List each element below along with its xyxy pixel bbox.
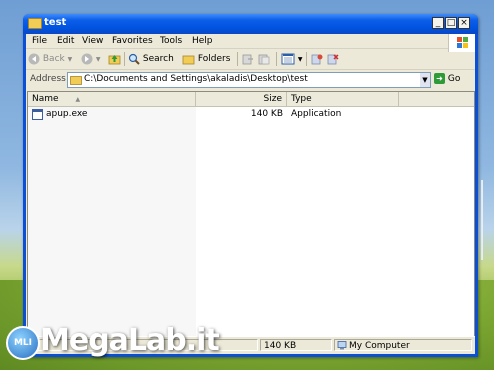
window-body: File Edit View Favorites Tools Help Back… xyxy=(26,34,475,354)
back-label: Back xyxy=(42,54,65,64)
undo-button[interactable] xyxy=(311,52,323,66)
column-header-size[interactable]: Size xyxy=(196,92,287,106)
file-name: apup.exe xyxy=(46,109,88,119)
move-to-icon xyxy=(242,54,253,64)
status-size: 140 KB xyxy=(260,339,332,351)
menu-bar: File Edit View Favorites Tools Help xyxy=(26,34,475,52)
wind-turbine xyxy=(481,180,483,260)
menu-view[interactable]: View xyxy=(82,36,103,46)
views-button[interactable]: ▼ xyxy=(281,52,303,66)
folders-icon xyxy=(182,55,195,64)
chevron-down-icon: ▼ xyxy=(67,56,73,63)
address-value: C:\Documents and Settings\akaladis\Deskt… xyxy=(84,74,308,84)
standard-toolbar: Back ▼ ▼ Search Folders ▼ xyxy=(26,49,475,70)
delete-button[interactable] xyxy=(327,52,339,66)
go-label: Go xyxy=(447,74,461,84)
watermark-badge: MLI xyxy=(6,326,40,360)
copy-to-button[interactable] xyxy=(258,52,270,66)
chevron-down-icon: ▼ xyxy=(95,56,101,63)
move-to-button[interactable] xyxy=(242,52,254,66)
chevron-down-icon: ▼ xyxy=(297,56,303,63)
copy-to-icon xyxy=(258,54,270,64)
folders-button[interactable]: Folders xyxy=(182,52,230,66)
status-zone: My Computer xyxy=(334,339,472,351)
forward-arrow-icon xyxy=(81,53,93,64)
menu-edit[interactable]: Edit xyxy=(57,36,74,46)
column-header-name-label: Name xyxy=(32,94,59,104)
maximize-button[interactable]: □ xyxy=(445,17,457,29)
file-list-view[interactable]: Name ▲ Size Type apup.exe 140 KB Applica… xyxy=(27,91,475,337)
undo-icon xyxy=(311,54,323,64)
computer-icon xyxy=(337,341,347,350)
sorted-column-highlight xyxy=(28,106,196,336)
minimize-button[interactable]: _ xyxy=(432,17,444,29)
address-field[interactable]: C:\Documents and Settings\akaladis\Deskt… xyxy=(67,72,431,88)
explorer-window: test _ □ × File Edit View Favorites Tool… xyxy=(23,14,478,357)
go-button[interactable]: ➜ Go xyxy=(434,73,460,84)
menu-favorites[interactable]: Favorites xyxy=(112,36,153,46)
menu-help[interactable]: Help xyxy=(192,36,213,46)
menu-tools[interactable]: Tools xyxy=(160,36,182,46)
column-header-type[interactable]: Type xyxy=(287,92,399,106)
toolbar-separator xyxy=(237,52,238,66)
address-label: Address xyxy=(30,74,66,84)
back-button[interactable]: Back ▼ xyxy=(28,52,72,66)
search-button[interactable]: Search xyxy=(128,52,174,66)
address-dropdown-button[interactable]: ▼ xyxy=(420,73,430,87)
sort-ascending-icon: ▲ xyxy=(75,96,81,103)
folder-icon xyxy=(28,18,42,29)
folder-up-icon xyxy=(108,54,121,64)
status-zone-label: My Computer xyxy=(349,341,410,351)
delete-icon xyxy=(327,53,339,64)
folder-icon xyxy=(70,76,82,85)
views-icon xyxy=(281,53,295,64)
toolbar-separator xyxy=(124,52,125,66)
list-header: Name ▲ Size Type xyxy=(28,92,474,107)
list-item[interactable]: apup.exe 140 KB Application xyxy=(28,108,474,121)
menu-file[interactable]: File xyxy=(32,36,47,46)
search-label: Search xyxy=(142,54,174,64)
back-arrow-icon xyxy=(28,53,40,64)
toolbar-separator xyxy=(276,52,277,66)
column-header-blank xyxy=(399,92,474,106)
title-bar[interactable]: test _ □ × xyxy=(23,14,478,34)
application-icon xyxy=(32,109,43,120)
close-button[interactable]: × xyxy=(458,17,470,29)
toolbar-separator xyxy=(306,52,307,66)
forward-button[interactable]: ▼ xyxy=(81,52,101,66)
column-header-name[interactable]: Name ▲ xyxy=(28,92,196,106)
folders-label: Folders xyxy=(197,54,231,64)
window-title: test xyxy=(44,17,67,28)
search-icon xyxy=(128,53,140,65)
file-size: 140 KB xyxy=(250,109,283,119)
file-type: Application xyxy=(291,109,342,119)
watermark-text: MegaLab.it xyxy=(40,323,220,358)
address-bar: Address C:\Documents and Settings\akalad… xyxy=(26,70,475,90)
up-folder-button[interactable] xyxy=(108,52,121,66)
go-arrow-icon: ➜ xyxy=(434,73,445,84)
